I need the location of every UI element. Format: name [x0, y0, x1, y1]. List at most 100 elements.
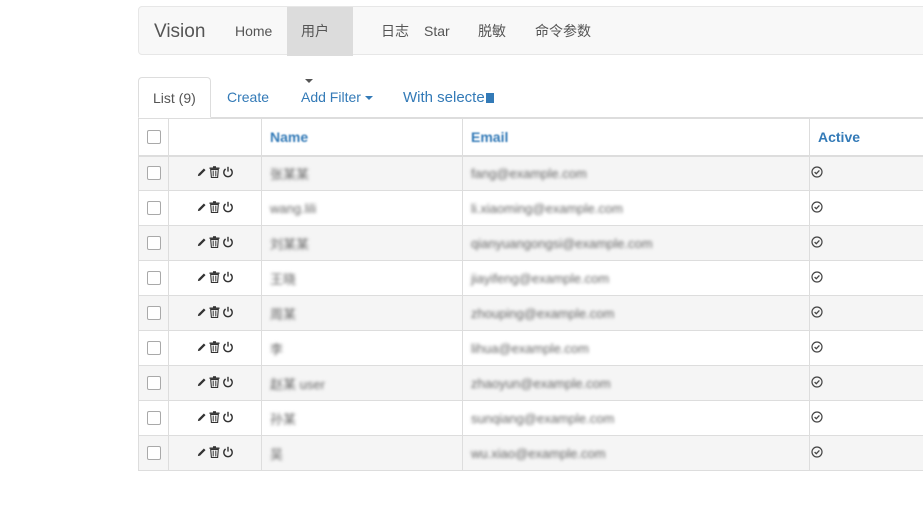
email-cell: lihua@example.com: [462, 330, 810, 366]
active-check-icon: [811, 376, 823, 391]
delete-trash-icon[interactable]: [209, 341, 220, 356]
edit-pencil-icon[interactable]: [196, 306, 207, 321]
delete-trash-icon[interactable]: [209, 376, 220, 391]
row-checkbox[interactable]: [146, 166, 161, 181]
nav-desensitize[interactable]: 脱敏: [464, 7, 520, 56]
edit-pencil-icon[interactable]: [196, 271, 207, 286]
active-check-icon: [811, 166, 823, 181]
active-check-icon: [811, 411, 823, 426]
add-filter-dropdown[interactable]: Add Filter: [287, 77, 387, 118]
power-toggle-icon[interactable]: [222, 376, 234, 391]
table-row: 刘某某 qianyuangongsi@example.com: [138, 225, 923, 261]
add-filter-label: Add Filter: [301, 89, 361, 105]
power-toggle-icon[interactable]: [222, 201, 234, 216]
active-check-icon: [811, 341, 823, 356]
active-check-icon: [811, 236, 823, 251]
power-toggle-icon[interactable]: [222, 446, 234, 461]
user-email: wu.xiao@example.com: [471, 445, 606, 461]
email-cell: sunqiang@example.com: [462, 400, 810, 436]
edit-pencil-icon[interactable]: [196, 446, 207, 461]
delete-trash-icon[interactable]: [209, 166, 220, 181]
delete-trash-icon[interactable]: [209, 306, 220, 321]
active-column-header[interactable]: Active: [809, 118, 923, 157]
edit-pencil-icon[interactable]: [196, 201, 207, 216]
row-checkbox[interactable]: [146, 306, 161, 320]
with-selected-dropdown[interactable]: With selecte: [389, 77, 508, 118]
edit-pencil-icon[interactable]: [196, 341, 207, 356]
view-tabs: List (9) Create Add Filter With selecte: [138, 77, 923, 118]
row-checkbox[interactable]: [146, 341, 161, 355]
name-cell: wang.lili: [261, 190, 463, 226]
email-cell: zhouping@example.com: [462, 295, 810, 331]
power-toggle-icon[interactable]: [222, 236, 234, 251]
active-cell: [809, 155, 923, 191]
active-check-icon: [811, 201, 823, 216]
delete-trash-icon[interactable]: [209, 411, 220, 426]
table-row: 孙某 sunqiang@example.com: [138, 400, 923, 436]
row-checkbox[interactable]: [146, 271, 161, 285]
user-email: fang@example.com: [471, 165, 587, 181]
delete-trash-icon[interactable]: [209, 201, 220, 216]
delete-trash-icon[interactable]: [209, 446, 220, 461]
name-column-header[interactable]: Name: [261, 118, 463, 157]
power-toggle-icon[interactable]: [222, 271, 234, 286]
edit-pencil-icon[interactable]: [196, 411, 207, 426]
user-name: 刘某某: [270, 236, 310, 252]
brand-logo[interactable]: Vision: [154, 7, 205, 56]
power-toggle-icon[interactable]: [222, 341, 234, 356]
nav-star[interactable]: Star: [410, 7, 464, 56]
user-name: wang.lili: [270, 200, 317, 216]
delete-trash-icon[interactable]: [209, 271, 220, 286]
edit-pencil-icon[interactable]: [196, 166, 207, 181]
email-column-header[interactable]: Email: [462, 118, 810, 157]
table-row: 张某某 fang@example.com: [138, 155, 923, 191]
row-select-cell: [138, 400, 169, 436]
row-select-cell: [138, 190, 169, 226]
edit-pencil-icon[interactable]: [196, 376, 207, 391]
user-email: lihua@example.com: [471, 340, 589, 356]
select-all-checkbox[interactable]: [146, 129, 161, 144]
table-row: 吴 wu.xiao@example.com: [138, 435, 923, 471]
actions-header: [168, 118, 262, 157]
email-cell: qianyuangongsi@example.com: [462, 225, 810, 261]
nav-users-dropdown[interactable]: 用户: [287, 7, 353, 84]
tab-list[interactable]: List (9): [138, 77, 211, 118]
active-cell: [809, 295, 923, 331]
active-cell: [809, 225, 923, 261]
power-toggle-icon[interactable]: [222, 411, 234, 426]
email-cell: li.xiaoming@example.com: [462, 190, 810, 226]
edit-pencil-icon[interactable]: [196, 236, 207, 251]
row-select-cell: [138, 330, 169, 366]
nav-users-label: 用户: [301, 23, 329, 39]
tab-create[interactable]: Create: [213, 77, 283, 118]
email-cell: jiayifeng@example.com: [462, 260, 810, 296]
row-checkbox[interactable]: [146, 411, 161, 425]
row-checkbox[interactable]: [146, 446, 161, 460]
name-cell: 刘某某: [261, 225, 463, 261]
active-cell: [809, 365, 923, 401]
table-row: 李 lihua@example.com: [138, 330, 923, 366]
row-checkbox[interactable]: [146, 201, 161, 215]
select-all-cell: [138, 118, 169, 157]
user-email: zhaoyun@example.com: [471, 375, 611, 391]
email-cell: fang@example.com: [462, 155, 810, 191]
nav-command-params[interactable]: 命令参数: [521, 7, 605, 56]
table-row: 王晓 jiayifeng@example.com: [138, 260, 923, 296]
row-checkbox[interactable]: [146, 236, 161, 250]
table-header-row: Name Email Active: [138, 118, 923, 157]
nav-home[interactable]: Home: [221, 7, 286, 56]
row-actions: [168, 330, 262, 366]
user-name: 张某某: [270, 166, 310, 182]
row-select-cell: [138, 225, 169, 261]
user-email: qianyuangongsi@example.com: [471, 235, 653, 251]
power-toggle-icon[interactable]: [222, 306, 234, 321]
active-cell: [809, 435, 923, 471]
row-select-cell: [138, 260, 169, 296]
row-actions: [168, 155, 262, 191]
caret-down-icon: [485, 93, 494, 104]
caret-down-icon: [364, 96, 373, 101]
user-name: 吴: [270, 446, 284, 462]
power-toggle-icon[interactable]: [222, 166, 234, 181]
delete-trash-icon[interactable]: [209, 236, 220, 251]
row-checkbox[interactable]: [146, 376, 161, 390]
